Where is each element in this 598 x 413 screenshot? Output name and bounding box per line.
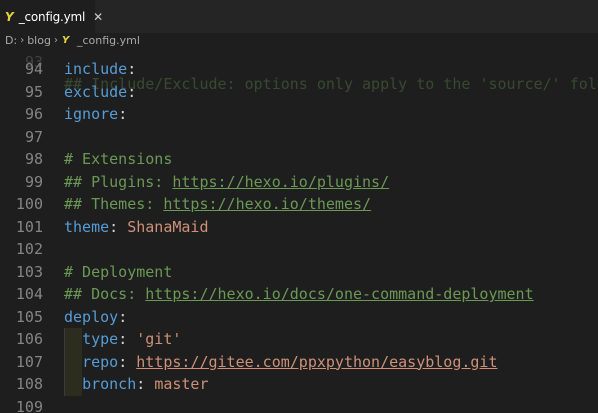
comment-link[interactable]: https://hexo.io/plugins/ <box>172 173 389 191</box>
line-number: 101 <box>15 217 43 236</box>
line-number: 98 <box>24 150 43 168</box>
line-number: 108 <box>15 375 43 393</box>
line-number: 97 <box>24 127 43 146</box>
line-number: 96 <box>24 105 43 123</box>
line-number: 95 <box>24 82 43 101</box>
code-text: exclude: <box>64 81 136 104</box>
line-number: 104 <box>15 285 43 303</box>
yaml-colon: : <box>127 82 137 101</box>
code-text: # Extensions <box>64 148 172 171</box>
yaml-key: ignore <box>64 105 119 123</box>
line-number: 103 <box>15 262 43 281</box>
yaml-link[interactable]: https://gitee.com/ppxpython/easyblog.git <box>136 353 497 371</box>
yaml-key: exclude <box>64 82 128 101</box>
yaml-key: repo <box>82 352 119 371</box>
yaml-value: 'git' <box>136 330 182 348</box>
yaml-colon: : <box>118 105 128 123</box>
comment-link[interactable]: https://hexo.io/themes/ <box>163 195 371 213</box>
yaml-key: include <box>64 60 128 78</box>
editor-window: Y _config.yml ✕ D: › blog › Y _config.ym… <box>0 0 598 413</box>
comment-text: # Deployment <box>64 262 173 281</box>
yaml-value: ShanaMaid <box>127 217 209 236</box>
yaml-key: bronch <box>82 375 137 393</box>
comment-text: ## Include/Exclude: options only apply t… <box>64 75 598 93</box>
code-text: deploy: <box>64 306 127 329</box>
code-line-partial: 93 ## Include/Exclude: options only appl… <box>0 36 598 94</box>
tab-title: _config.yml <box>18 9 86 24</box>
yaml-key: theme <box>64 217 110 236</box>
comment-text: ## Themes: <box>64 195 164 213</box>
line-number: 109 <box>15 397 43 413</box>
yaml-value: master <box>154 375 209 393</box>
code-text: type: 'git' <box>64 328 181 351</box>
code-editor[interactable]: 93 ## Include/Exclude: options only appl… <box>0 36 598 413</box>
comment-link[interactable]: https://hexo.io/docs/one-command-deploym… <box>145 285 533 303</box>
line-number: 94 <box>24 60 43 78</box>
code-text: ignore: <box>64 103 127 126</box>
yaml-key: deploy <box>64 307 119 326</box>
yaml-colon: : <box>118 330 137 348</box>
code-text: # Deployment <box>64 261 172 284</box>
yaml-colon: : <box>127 60 137 78</box>
code-text: ## Themes: https://hexo.io/themes/ <box>64 193 371 216</box>
tab-config-yml[interactable]: Y _config.yml ✕ <box>0 0 103 33</box>
yaml-colon: : <box>118 352 137 371</box>
close-icon[interactable]: ✕ <box>93 11 103 23</box>
code-text: bronch: master <box>64 373 209 396</box>
comment-text: # Extensions <box>64 150 173 168</box>
yaml-icon: Y <box>5 9 14 24</box>
code-text: ## Plugins: https://hexo.io/plugins/ <box>64 171 389 194</box>
code-text: ## Docs: https://hexo.io/docs/one-comman… <box>64 283 534 306</box>
tab-bar: Y _config.yml ✕ <box>0 0 598 33</box>
yaml-colon: : <box>109 217 128 236</box>
code-text: include: <box>64 58 136 81</box>
comment-text: ## Docs: <box>64 285 146 303</box>
code-text: theme: ShanaMaid <box>64 216 209 239</box>
yaml-key: type <box>82 330 119 348</box>
yaml-colon: : <box>136 375 155 393</box>
line-number: 102 <box>15 240 43 258</box>
yaml-colon: : <box>118 307 128 326</box>
code-text: repo: https://gitee.com/ppxpython/easybl… <box>64 351 497 374</box>
line-number: 105 <box>15 307 43 326</box>
line-number: 100 <box>15 195 43 213</box>
line-number: 107 <box>15 352 43 371</box>
comment-text: ## Plugins: <box>64 172 173 191</box>
line-number: 106 <box>15 330 43 348</box>
line-number: 99 <box>24 172 43 191</box>
